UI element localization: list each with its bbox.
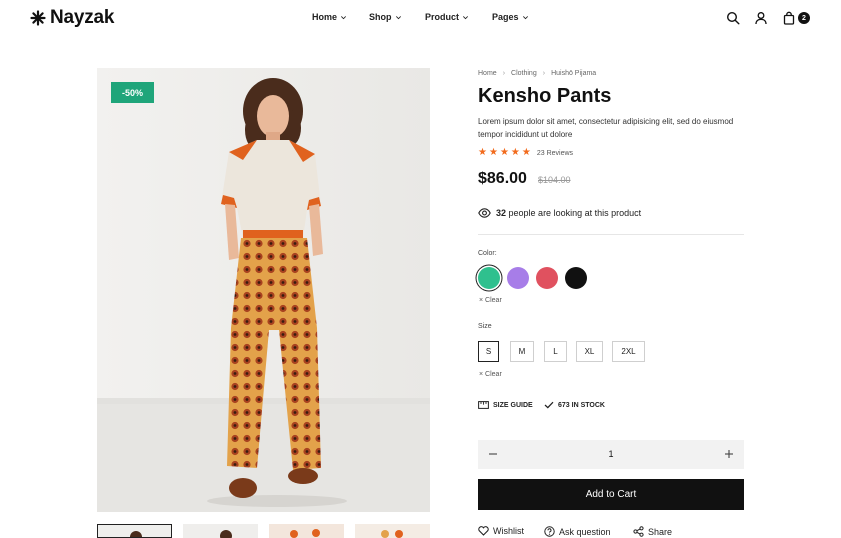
search-icon[interactable] <box>726 11 740 25</box>
logo[interactable]: Nayzak <box>30 7 114 29</box>
heart-icon <box>478 526 489 536</box>
ask-question-label: Ask question <box>559 526 611 537</box>
color-label: Color: <box>478 250 497 257</box>
chevron-down-icon <box>341 15 347 19</box>
reviews-link[interactable]: 23 Reviews <box>537 150 573 157</box>
old-price: $104.00 <box>538 175 571 185</box>
nav-item-home[interactable]: Home <box>312 12 347 22</box>
star-icon: ★ <box>488 147 498 158</box>
bag-icon[interactable] <box>782 11 796 25</box>
chevron-right-icon: › <box>502 70 506 77</box>
wishlist-label: Wishlist <box>493 526 524 536</box>
rating: ★ ★ ★ ★ ★ 23 Reviews <box>478 148 573 158</box>
nav-item-product[interactable]: Product <box>425 12 469 22</box>
breadcrumb-clothing[interactable]: Clothing <box>511 70 537 77</box>
size-guide-link[interactable]: SIZE GUIDE <box>478 401 533 409</box>
share-button[interactable]: Share <box>633 526 672 537</box>
share-label: Share <box>648 526 673 537</box>
share-icon <box>633 526 644 537</box>
star-icon: ★ <box>478 147 487 158</box>
logo-asterisk-icon <box>30 10 46 26</box>
chevron-down-icon <box>463 15 469 19</box>
viewers-count: 32 <box>496 208 507 218</box>
wishlist-button[interactable]: Wishlist <box>478 526 524 536</box>
size-option-s[interactable]: S <box>478 341 499 362</box>
viewers-notice: 32 people are looking at this product <box>478 208 641 218</box>
quantity-stepper: 1 <box>478 440 744 469</box>
product-title: Kensho Pants <box>478 85 612 107</box>
viewers-text: people are looking at this product <box>508 208 642 218</box>
cart-count-badge: 2 <box>798 12 810 24</box>
user-icon[interactable] <box>754 11 768 25</box>
size-option-2xl[interactable]: 2XL <box>612 341 645 362</box>
plus-icon <box>725 450 733 458</box>
stock-label: 673 IN STOCK <box>558 401 605 409</box>
nav-item-label: Shop <box>369 12 392 22</box>
current-price: $86.00 <box>478 170 527 187</box>
star-icon: ★ <box>510 147 520 158</box>
star-icon: ★ <box>521 147 531 158</box>
eye-icon <box>478 208 491 218</box>
breadcrumb-current: Huishō Pijama <box>551 70 597 77</box>
chevron-down-icon <box>522 15 528 19</box>
color-swatch-black[interactable] <box>565 267 587 289</box>
size-option-l[interactable]: L <box>544 341 567 362</box>
thumbnail-1[interactable] <box>97 524 172 538</box>
color-swatch-purple[interactable] <box>507 267 529 289</box>
add-to-cart-button[interactable]: Add to Cart <box>478 479 744 510</box>
stock-status: 673 IN STOCK <box>544 401 605 409</box>
nav-item-pages[interactable]: Pages <box>492 12 529 22</box>
chevron-right-icon: › <box>542 70 546 77</box>
close-icon: × <box>479 371 484 378</box>
product-main-image[interactable] <box>97 68 430 512</box>
breadcrumb-home[interactable]: Home <box>478 70 497 77</box>
product-photo <box>97 68 430 512</box>
clear-color-button[interactable]: × Clear <box>479 297 502 304</box>
question-icon <box>544 526 555 537</box>
increase-quantity-button[interactable] <box>722 447 736 461</box>
product-description: Lorem ipsum dolor sit amet, consectetur … <box>478 117 734 139</box>
size-option-m[interactable]: M <box>510 341 534 362</box>
check-icon <box>544 401 554 409</box>
clear-label: Clear <box>485 297 502 304</box>
thumbnail-3[interactable] <box>269 524 344 538</box>
thumbnail-4[interactable] <box>355 524 430 538</box>
clear-label: Clear <box>485 371 502 378</box>
nav-item-label: Home <box>312 12 338 22</box>
star-icon: ★ <box>499 147 509 158</box>
ask-question-button[interactable]: Ask question <box>544 526 611 537</box>
ruler-icon <box>478 401 489 409</box>
size-option-xl[interactable]: XL <box>576 341 603 362</box>
color-swatch-green[interactable] <box>478 267 500 289</box>
nav-item-label: Product <box>425 12 460 22</box>
quantity-value[interactable]: 1 <box>478 449 744 459</box>
breadcrumb: Home › Clothing › Huishō Pijama <box>478 70 596 77</box>
nav-item-label: Pages <box>492 12 519 22</box>
nav-item-shop[interactable]: Shop <box>369 12 402 22</box>
clear-size-button[interactable]: × Clear <box>479 371 502 378</box>
thumbnail-2[interactable] <box>183 524 258 538</box>
logo-text: Nayzak <box>50 7 115 28</box>
size-guide-label: SIZE GUIDE <box>493 401 533 409</box>
divider <box>478 234 744 235</box>
size-label: Size <box>478 323 492 330</box>
site-header: Nayzak Home Shop Product Pages 2 <box>0 0 841 38</box>
close-icon: × <box>479 297 484 304</box>
color-swatch-red[interactable] <box>536 267 558 289</box>
discount-badge: -50% <box>111 82 154 103</box>
chevron-down-icon <box>395 15 401 19</box>
